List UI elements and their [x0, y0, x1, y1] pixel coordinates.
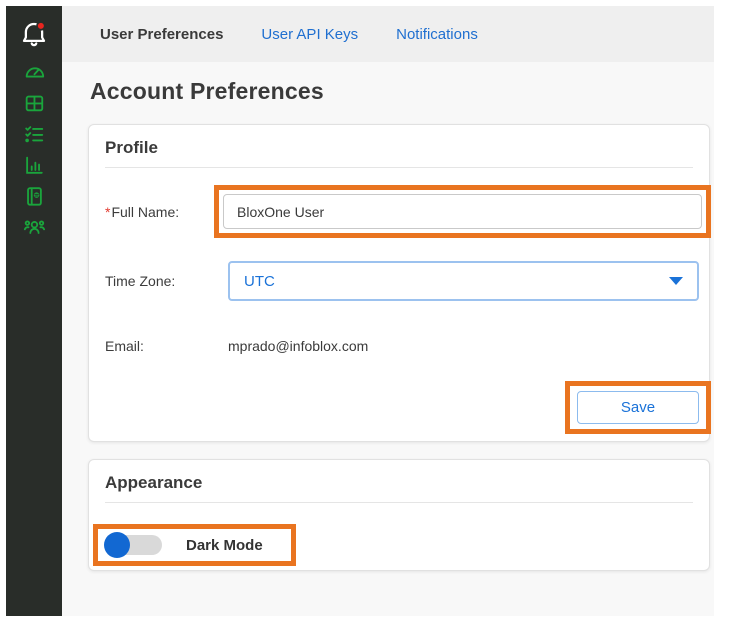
- dashboard-gauge-icon[interactable]: [23, 61, 45, 83]
- annotation-box-full-name: [214, 185, 711, 238]
- tab-user-preferences[interactable]: User Preferences: [100, 26, 223, 43]
- time-zone-label: Time Zone:: [105, 273, 228, 289]
- page-title: Account Preferences: [90, 78, 714, 105]
- user-groups-icon[interactable]: [23, 216, 45, 238]
- checklist-icon[interactable]: [23, 123, 45, 145]
- full-name-row: *Full Name:: [89, 185, 709, 238]
- email-row: Email: mprado@infoblox.com: [89, 338, 709, 354]
- time-zone-value: UTC: [244, 273, 275, 290]
- appearance-divider: [105, 502, 693, 503]
- app-window: User Preferences User API Keys Notificat…: [0, 0, 735, 626]
- notifications-bell-icon[interactable]: [19, 19, 49, 49]
- bar-chart-icon[interactable]: [23, 154, 45, 176]
- email-label: Email:: [105, 338, 228, 354]
- time-zone-row: Time Zone: UTC: [89, 261, 709, 301]
- tab-user-api-keys[interactable]: User API Keys: [261, 26, 358, 43]
- chevron-down-icon: [669, 277, 683, 285]
- full-name-label: *Full Name:: [105, 204, 214, 220]
- full-name-input[interactable]: [223, 194, 702, 229]
- sidebar-nav: [23, 61, 45, 238]
- tab-bar: User Preferences User API Keys Notificat…: [62, 6, 714, 62]
- time-zone-select[interactable]: UTC: [228, 261, 699, 301]
- email-value: mprado@infoblox.com: [228, 338, 368, 354]
- profile-section-title: Profile: [89, 125, 709, 167]
- main-area: User Preferences User API Keys Notificat…: [62, 6, 714, 616]
- dark-mode-label: Dark Mode: [186, 537, 263, 554]
- profile-card: Profile *Full Name: Time Zone: UTC: [88, 124, 710, 442]
- profile-divider: [105, 167, 693, 168]
- annotation-box-save: Save: [565, 381, 711, 434]
- toggle-knob: [104, 532, 130, 558]
- annotation-box-dark-mode: Dark Mode: [93, 524, 296, 566]
- save-button[interactable]: Save: [577, 391, 699, 424]
- report-book-icon[interactable]: [23, 185, 45, 207]
- appearance-section-title: Appearance: [89, 460, 709, 502]
- save-row: Save: [89, 381, 709, 434]
- grid-icon[interactable]: [23, 92, 45, 114]
- required-asterisk: *: [105, 204, 110, 220]
- dark-mode-toggle[interactable]: [104, 532, 162, 558]
- sidebar: [6, 6, 62, 616]
- content: Account Preferences Profile *Full Name: …: [62, 78, 714, 571]
- appearance-card: Appearance Dark Mode: [88, 459, 710, 571]
- tab-notifications[interactable]: Notifications: [396, 26, 478, 43]
